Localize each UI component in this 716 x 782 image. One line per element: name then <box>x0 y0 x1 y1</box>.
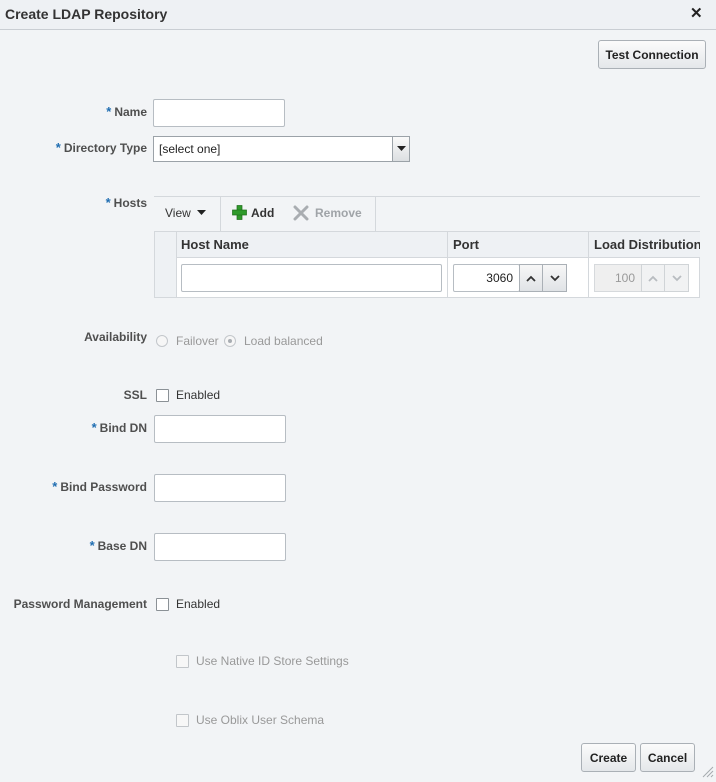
toolbar-divider <box>220 197 221 231</box>
column-header-load-distribution[interactable]: Load Distribution <box>594 237 700 252</box>
column-header-port[interactable]: Port <box>453 237 479 252</box>
remove-label: Remove <box>315 206 362 220</box>
row-header-column <box>155 232 177 297</box>
native-id-store-checkbox <box>176 655 189 668</box>
remove-host-button[interactable]: Remove <box>293 205 362 221</box>
name-input[interactable] <box>153 99 285 127</box>
failover-label: Failover <box>176 334 219 348</box>
directory-type-value: [select one] <box>159 142 221 156</box>
load-balanced-label: Load balanced <box>244 334 323 348</box>
load-increment-button <box>641 264 665 292</box>
chevron-down-icon <box>196 210 206 215</box>
host-name-input[interactable] <box>181 264 442 292</box>
failover-radio <box>156 335 168 347</box>
view-menu[interactable]: View <box>165 206 206 220</box>
cancel-button[interactable]: Cancel <box>640 743 695 772</box>
column-divider <box>588 232 589 297</box>
ssl-label: SSL <box>123 388 147 402</box>
base-dn-input[interactable] <box>154 533 286 561</box>
directory-type-label: * Directory Type <box>55 140 147 155</box>
name-label: * Name <box>106 104 147 119</box>
chevron-up-icon <box>526 275 536 282</box>
load-balanced-radio <box>224 335 236 347</box>
load-decrement-button <box>664 264 689 292</box>
test-connection-button[interactable]: Test Connection <box>598 40 706 69</box>
port-value: 3060 <box>486 271 513 285</box>
native-id-store-label: Use Native ID Store Settings <box>196 654 349 668</box>
hosts-label: * Hosts <box>105 195 147 210</box>
resize-grip-icon[interactable] <box>700 764 714 778</box>
directory-type-select[interactable]: [select one] <box>153 136 410 162</box>
ssl-enabled-label: Enabled <box>176 388 221 402</box>
close-icon[interactable]: ✕ <box>690 4 703 22</box>
password-management-label: Password Management <box>13 597 147 611</box>
plus-icon <box>232 205 247 220</box>
column-header-host-name[interactable]: Host Name <box>181 237 249 252</box>
oblix-schema-label: Use Oblix User Schema <box>196 713 325 727</box>
oblix-schema-checkbox <box>176 714 189 727</box>
password-management-checkbox[interactable] <box>156 598 169 611</box>
toolbar-divider <box>375 197 376 231</box>
add-label: Add <box>251 205 275 220</box>
chevron-down-icon <box>549 274 560 281</box>
chevron-up-icon <box>648 275 658 282</box>
create-button[interactable]: Create <box>581 743 636 772</box>
load-distribution-input: 100 <box>594 264 642 292</box>
password-management-enabled-label: Enabled <box>176 597 221 611</box>
dialog-title: Create LDAP Repository <box>5 6 168 22</box>
port-increment-button[interactable] <box>519 264 543 292</box>
bind-dn-label: * Bind DN <box>91 420 147 435</box>
base-dn-label: * Base DN <box>89 538 147 553</box>
availability-label: Availability <box>84 330 147 344</box>
remove-icon <box>293 205 309 221</box>
ssl-enabled-checkbox[interactable] <box>156 389 169 402</box>
bind-password-label: * Bind Password <box>52 479 147 494</box>
port-decrement-button[interactable] <box>542 264 567 292</box>
add-host-button[interactable]: Add <box>232 205 274 220</box>
chevron-down-icon <box>671 274 682 281</box>
port-input[interactable]: 3060 <box>453 264 520 292</box>
bind-password-input[interactable] <box>154 474 286 502</box>
column-divider <box>447 232 448 297</box>
load-distribution-value: 100 <box>614 271 635 285</box>
bind-dn-input[interactable] <box>154 415 286 443</box>
chevron-down-icon[interactable] <box>392 137 409 161</box>
